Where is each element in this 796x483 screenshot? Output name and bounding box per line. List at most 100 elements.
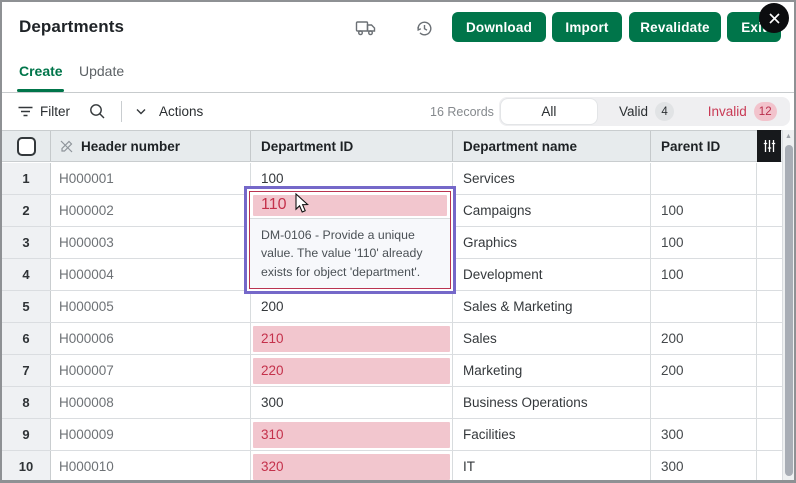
scroll-up-arrow-icon[interactable]: ▲ [783,133,794,140]
header-number-cell[interactable]: H000004 [51,259,251,290]
segment-valid[interactable]: Valid 4 [599,97,695,126]
header-number-cell[interactable]: H000007 [51,355,251,386]
row-number[interactable]: 7 [2,355,51,386]
parent-id-cell[interactable]: 200 [651,355,757,386]
table-header: Header number Department ID Department n… [2,130,782,162]
tab-create[interactable]: Create [19,63,63,79]
select-all-cell [2,131,51,161]
history-icon[interactable] [412,17,436,39]
import-button[interactable]: Import [552,12,622,42]
vertical-scrollbar[interactable]: ▲ [782,130,794,480]
department-id-cell[interactable]: 210 [251,323,453,354]
segment-all-label: All [541,104,556,119]
parent-id-cell[interactable]: 300 [651,419,757,450]
department-name-cell[interactable]: Campaigns [453,195,651,226]
scrollbar-thumb[interactable] [785,145,793,476]
column-label: Department ID [261,139,353,154]
invalid-value-chip[interactable]: 310 [253,422,450,448]
row-number[interactable]: 5 [2,291,51,322]
filter-lines-icon [18,105,33,118]
filter-label: Filter [40,104,70,119]
department-name-cell[interactable]: Sales [453,323,651,354]
row-number[interactable]: 4 [2,259,51,290]
row-number[interactable]: 6 [2,323,51,354]
selected-department-id-cell[interactable]: 110 [250,192,450,218]
row-gap [757,387,782,418]
column-header-department-id[interactable]: Department ID [251,131,453,161]
segment-invalid-label: Invalid [708,104,747,119]
invalid-value-chip[interactable]: 220 [253,358,450,384]
parent-id-cell[interactable]: 100 [651,259,757,290]
tab-update[interactable]: Update [79,63,124,79]
header-number-cell[interactable]: H000010 [51,451,251,482]
search-button[interactable] [89,103,106,120]
parent-id-cell[interactable] [651,387,757,418]
header-number-cell[interactable]: H000009 [51,419,251,450]
cell-value: 100 [251,171,284,186]
department-id-cell[interactable]: 310 [251,419,453,450]
header-number-cell[interactable]: H000006 [51,323,251,354]
header-number-cell[interactable]: H000008 [51,387,251,418]
close-button[interactable] [759,3,789,33]
column-header-department-name[interactable]: Department name [453,131,651,161]
table-row: 10H000010320IT300 [2,451,782,483]
department-id-cell[interactable]: 200 [251,291,453,322]
department-name-cell[interactable]: Facilities [453,419,651,450]
segment-invalid[interactable]: Invalid 12 [694,97,790,126]
table-row: 6H000006210Sales200 [2,323,782,355]
select-all-checkbox[interactable] [17,137,36,156]
department-name-cell[interactable]: Graphics [453,227,651,258]
department-name-cell[interactable]: Services [453,163,651,194]
row-gap [757,291,782,322]
cell-value: 300 [251,395,284,410]
invalid-value-chip[interactable]: 210 [253,326,450,352]
department-id-cell[interactable]: 300 [251,387,453,418]
invalid-value-chip[interactable]: 320 [253,454,450,480]
column-header-parent-id[interactable]: Parent ID [651,131,757,161]
header-number-cell[interactable]: H000003 [51,227,251,258]
table-row: 5H000005200 Sales & Marketing [2,291,782,323]
parent-id-cell[interactable]: 200 [651,323,757,354]
header-number-cell[interactable]: H000002 [51,195,251,226]
row-gap [757,163,782,194]
department-name-cell[interactable]: IT [453,451,651,482]
header-number-cell[interactable]: H000005 [51,291,251,322]
table-row: 9H000009310Facilities300 [2,419,782,451]
download-button[interactable]: Download [452,12,546,42]
valid-count-badge: 4 [655,102,674,121]
toolbar-divider [121,101,122,122]
department-name-cell[interactable]: Business Operations [453,387,651,418]
column-header-header-number[interactable]: Header number [51,131,251,161]
filter-button[interactable]: Filter [18,104,70,119]
parent-id-cell[interactable] [651,163,757,194]
row-number[interactable]: 3 [2,227,51,258]
department-name-cell[interactable]: Marketing [453,355,651,386]
parent-id-cell[interactable]: 100 [651,195,757,226]
revalidate-button[interactable]: Revalidate [629,12,721,42]
row-number[interactable]: 9 [2,419,51,450]
row-number[interactable]: 1 [2,163,51,194]
truck-icon[interactable] [354,17,378,39]
column-label: Parent ID [661,139,720,154]
row-number[interactable]: 8 [2,387,51,418]
cell-value: 200 [251,299,284,314]
parent-id-cell[interactable] [651,291,757,322]
parent-id-cell[interactable]: 100 [651,227,757,258]
column-settings-button[interactable] [757,130,781,162]
segment-all[interactable]: All [501,99,597,124]
row-gap [757,451,782,482]
segment-valid-label: Valid [619,104,648,119]
tab-bar: Create Update [2,52,794,93]
department-name-cell[interactable]: Sales & Marketing [453,291,651,322]
row-number[interactable]: 2 [2,195,51,226]
header-number-cell[interactable]: H000001 [51,163,251,194]
parent-id-cell[interactable]: 300 [651,451,757,482]
actions-menu-button[interactable]: Actions [136,104,203,119]
row-number[interactable]: 10 [2,451,51,482]
department-id-cell[interactable]: 220 [251,355,453,386]
department-name-cell[interactable]: Development [453,259,651,290]
column-settings-icon [763,139,776,153]
department-id-cell[interactable]: 320 [251,451,453,482]
invalid-value-chip[interactable]: 110 [253,195,447,216]
error-cell-border: 110 DM-0106 - Provide a unique value. Th… [249,191,451,289]
